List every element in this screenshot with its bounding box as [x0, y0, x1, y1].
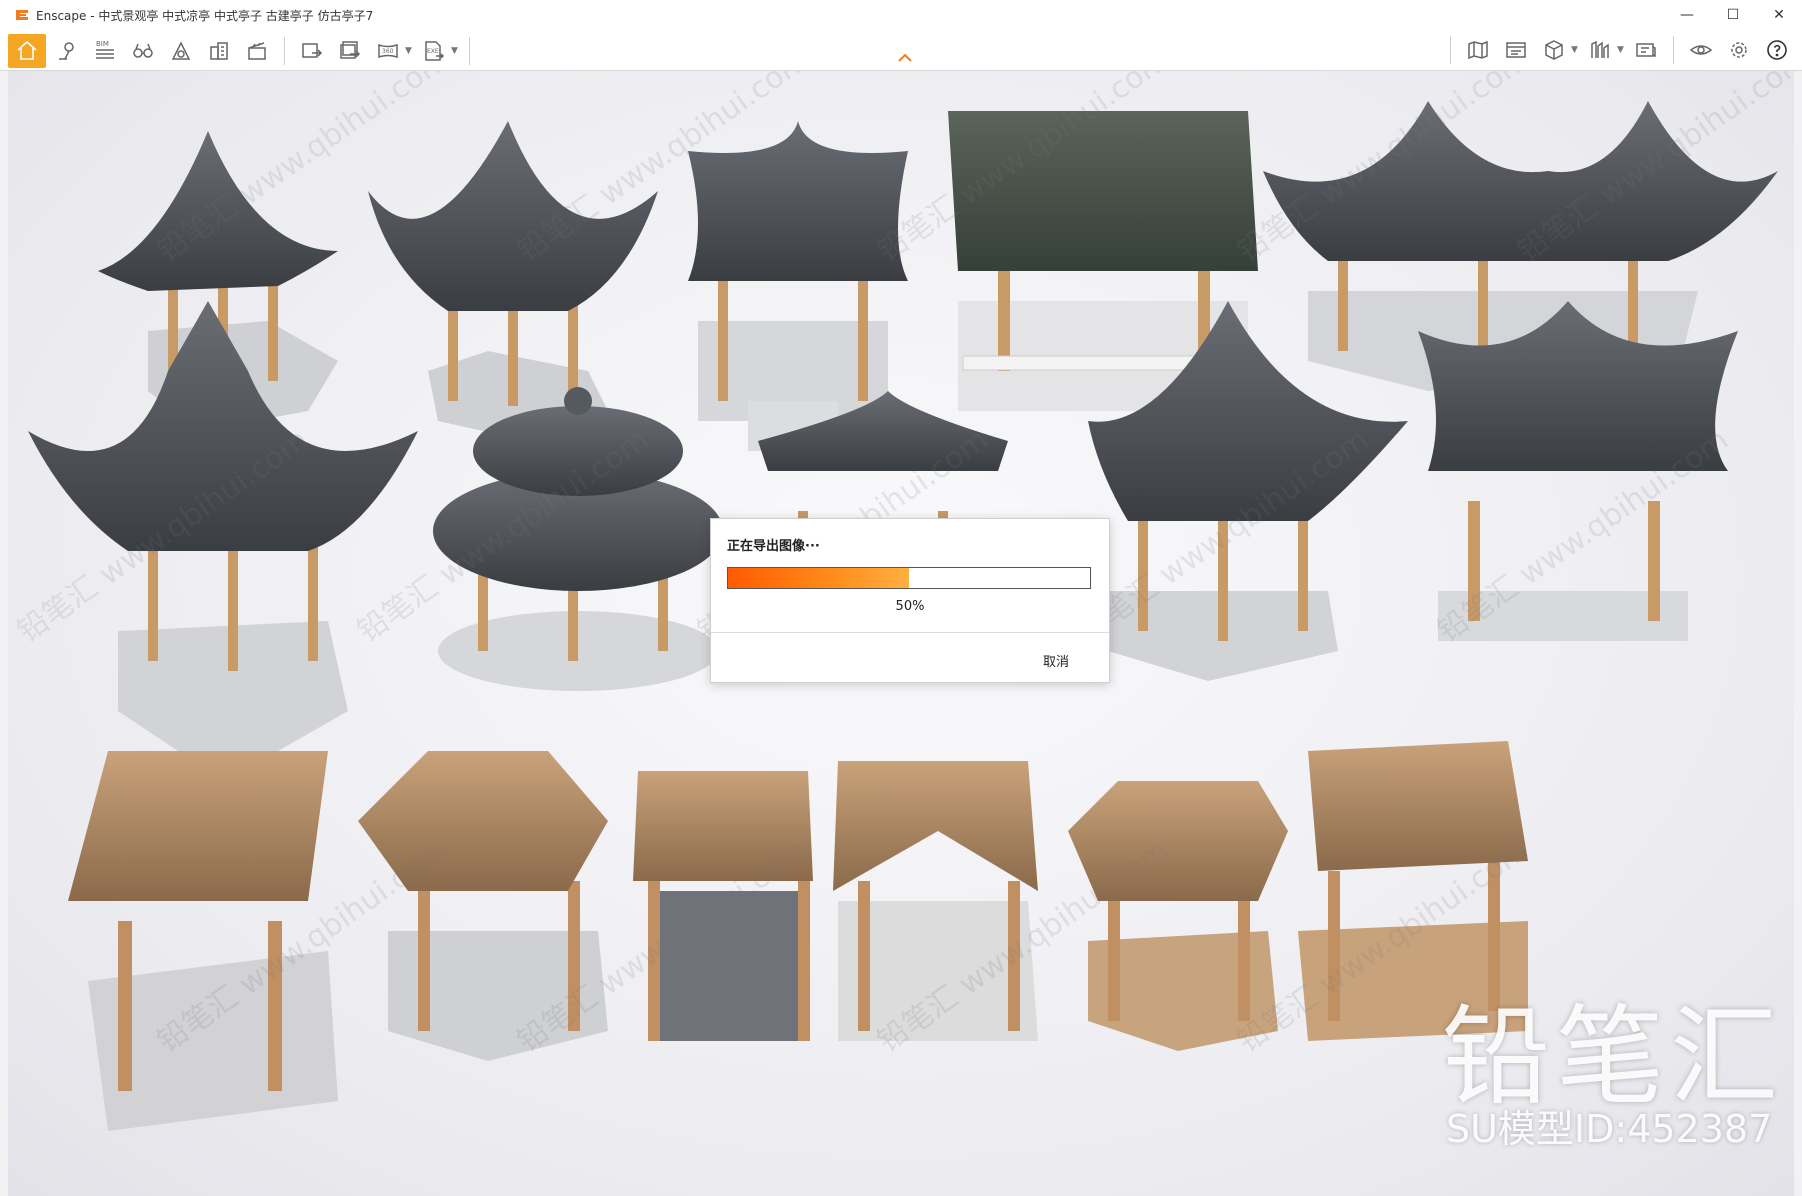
view-icon	[1506, 42, 1526, 58]
cancel-button[interactable]: 取消	[1037, 647, 1075, 674]
export-progress-dialog: 正在导出图像··· 50% 取消	[710, 518, 1110, 683]
title-bar: Enscape - 中式景观亭 中式凉亭 中式亭子 古建亭子 仿古亭子7 — ☐…	[0, 0, 1802, 31]
atmosphere-button[interactable]	[164, 35, 198, 67]
chevron-down-icon[interactable]: ▼	[451, 46, 459, 56]
home-button[interactable]	[8, 34, 46, 68]
toolbar-separator	[1673, 36, 1674, 64]
window-title: Enscape - 中式景观亭 中式凉亭 中式亭子 古建亭子 仿古亭子7	[36, 8, 374, 23]
view-mode-button[interactable]	[1499, 34, 1533, 66]
video-editor-button[interactable]	[240, 35, 274, 67]
exe-label: EXE	[427, 48, 439, 55]
help-button[interactable]	[1760, 34, 1794, 66]
chevron-down-icon[interactable]: ▼	[1617, 45, 1625, 55]
collaborate-button[interactable]	[1629, 34, 1663, 66]
batch-render-icon	[340, 41, 361, 59]
toolbar-separator	[284, 37, 285, 65]
site-context-button[interactable]	[202, 35, 236, 67]
pavilion-6	[28, 301, 418, 751]
atmosphere-icon	[171, 41, 191, 60]
screenshot-button[interactable]	[295, 35, 329, 67]
help-icon	[1767, 40, 1787, 60]
dialog-divider	[711, 632, 1109, 633]
asset-library-button[interactable]	[1583, 34, 1617, 66]
progress-percent-label: 50%	[895, 599, 925, 614]
bim-button[interactable]: BIM	[88, 35, 122, 67]
map-pin-icon	[59, 42, 74, 60]
maximize-button[interactable]: ☐	[1710, 0, 1756, 30]
toolbar-collapse-chevron-icon[interactable]	[894, 50, 916, 66]
enscape-logo-icon	[16, 10, 28, 20]
vr-headset-button[interactable]	[1684, 34, 1718, 66]
settings-button[interactable]	[1722, 34, 1756, 66]
toolbar-separator	[1450, 36, 1451, 64]
close-button[interactable]: ✕	[1756, 0, 1802, 30]
settings-gear-icon	[1731, 42, 1747, 58]
toolbar-separator	[469, 37, 470, 65]
cube-icon	[1545, 40, 1563, 60]
export-exe-button[interactable]: EXE	[417, 35, 451, 67]
bim-label: BIM	[96, 40, 109, 48]
asset-library-icon	[1591, 40, 1609, 58]
collaborate-icon	[1636, 43, 1656, 58]
panorama-360-icon: 360	[378, 43, 398, 59]
chevron-down-icon[interactable]: ▼	[405, 46, 413, 56]
minimize-button[interactable]: —	[1664, 0, 1710, 30]
screenshot-icon	[302, 43, 323, 58]
map-button[interactable]	[1461, 34, 1495, 66]
binoculars-icon	[133, 43, 153, 58]
dialog-title: 正在导出图像···	[727, 539, 820, 554]
eye-icon	[1689, 45, 1713, 55]
map-icon	[1468, 40, 1488, 60]
batch-render-button[interactable]	[333, 35, 367, 67]
binoculars-button[interactable]	[126, 35, 160, 67]
views-button[interactable]	[50, 35, 84, 67]
pano-label: 360	[382, 48, 394, 55]
building-icon	[210, 42, 228, 60]
home-icon	[17, 40, 37, 60]
progress-bar	[727, 567, 1091, 589]
progress-bar-fill	[728, 568, 909, 588]
chevron-down-icon[interactable]: ▼	[1571, 45, 1579, 55]
watermark-model-id: SU模型ID:452387	[1446, 1107, 1773, 1151]
toolbar-left-group: BIM 360 ▼ EXE ▼	[8, 34, 476, 68]
export-exe-icon: EXE	[425, 41, 445, 61]
panorama-button[interactable]: 360	[371, 35, 405, 67]
clapper-icon	[248, 42, 266, 60]
bim-icon: BIM	[96, 40, 114, 59]
toolbar-right-group: ▼ ▼	[1444, 34, 1794, 66]
visual-settings-button[interactable]	[1537, 34, 1571, 66]
window-controls: — ☐ ✕	[1664, 0, 1802, 30]
